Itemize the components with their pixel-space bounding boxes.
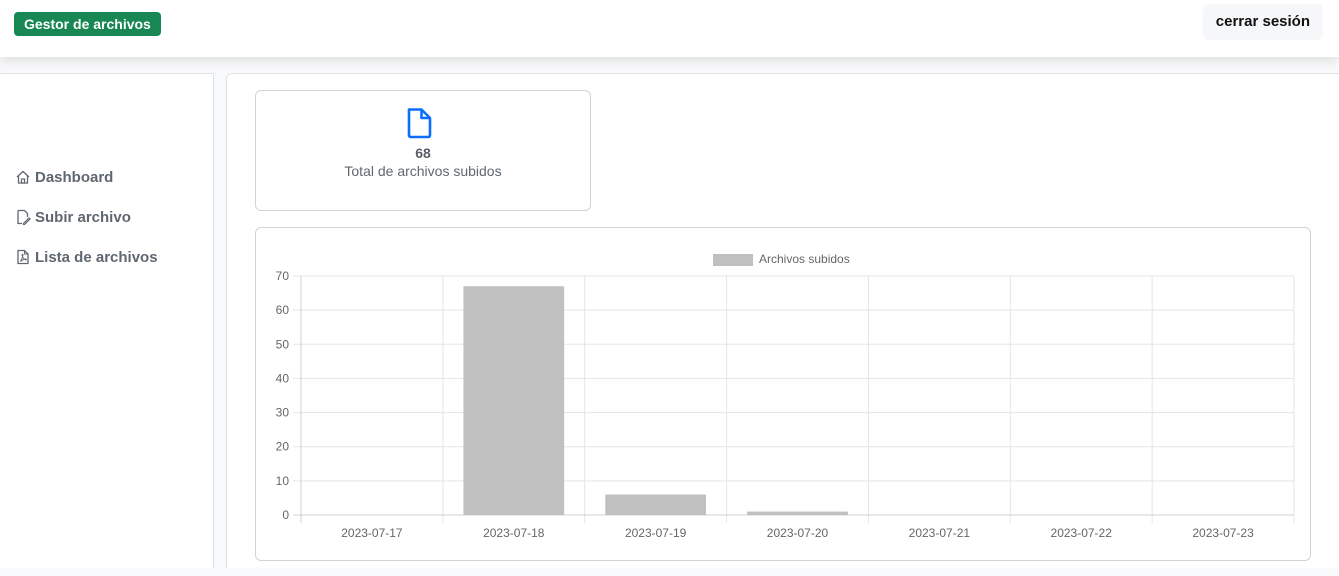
logout-button[interactable]: cerrar sesión xyxy=(1202,4,1323,40)
file-icon xyxy=(407,108,432,139)
y-tick-label: 70 xyxy=(276,269,290,283)
file-pdf-icon xyxy=(17,249,29,265)
total-files-card: 68 Total de archivos subidos xyxy=(255,90,591,211)
y-tick-label: 50 xyxy=(276,337,290,351)
y-tick-label: 10 xyxy=(276,474,290,488)
y-tick-label: 20 xyxy=(276,440,290,454)
sidebar-item-dashboard[interactable]: Dashboard xyxy=(15,166,113,188)
bar-2023-07-20 xyxy=(747,511,848,515)
y-tick-label: 60 xyxy=(276,303,290,317)
x-tick-label: 2023-07-20 xyxy=(767,526,829,540)
y-tick-label: 40 xyxy=(276,371,290,385)
total-files-value: 68 xyxy=(415,145,431,161)
uploads-chart-card: 0 10 20 30 40 50 60 70 2023-07-17 2023-07-18 2023-… xyxy=(255,227,1311,561)
legend-swatch xyxy=(713,254,753,266)
sidebar-item-upload[interactable]: Subir archivo xyxy=(15,206,131,228)
bar-2023-07-19 xyxy=(605,494,707,515)
sidebar-item-label: Dashboard xyxy=(35,168,114,186)
uploads-bar-chart: 0 10 20 30 40 50 60 70 2023-07-17 2023-07-18 2023-… xyxy=(276,252,1295,540)
sidebar: Dashboard Subir archivo Lista de archivo… xyxy=(0,73,214,568)
x-tick-label: 2023-07-22 xyxy=(1051,526,1113,540)
x-tick-label: 2023-07-21 xyxy=(909,526,971,540)
legend-label: Archivos subidos xyxy=(759,252,850,266)
x-tick-label: 2023-07-23 xyxy=(1192,526,1254,540)
x-tick-label: 2023-07-17 xyxy=(341,526,403,540)
sidebar-item-file-list[interactable]: Lista de archivos xyxy=(15,246,158,268)
y-tick-label: 0 xyxy=(282,508,289,522)
x-tick-label: 2023-07-18 xyxy=(483,526,545,540)
total-files-label: Total de archivos subidos xyxy=(344,163,502,179)
brand-badge[interactable]: Gestor de archivos xyxy=(14,12,161,36)
top-navbar: Gestor de archivos cerrar sesión xyxy=(0,0,1339,57)
sidebar-item-label: Subir archivo xyxy=(35,208,131,226)
file-edit-icon xyxy=(17,209,31,225)
sidebar-item-label: Lista de archivos xyxy=(35,248,158,266)
y-tick-label: 30 xyxy=(276,406,290,420)
bar-2023-07-18 xyxy=(463,286,565,515)
house-icon xyxy=(16,170,30,184)
x-tick-label: 2023-07-19 xyxy=(625,526,687,540)
